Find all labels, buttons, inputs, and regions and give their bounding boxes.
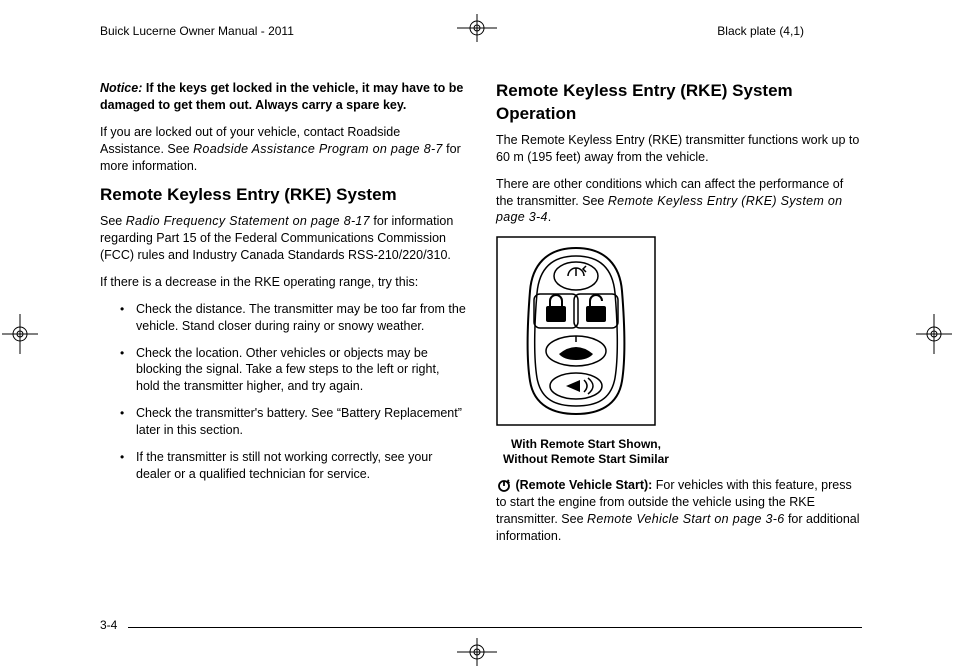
- rke-troubleshoot-list: Check the distance. The transmitter may …: [120, 301, 466, 483]
- left-column: Notice: If the keys get locked in the ve…: [100, 80, 466, 608]
- running-head: Buick Lucerne Owner Manual - 2011 Black …: [0, 20, 954, 42]
- rke-operation-heading: Remote Keyless Entry (RKE) System Operat…: [496, 80, 862, 126]
- key-fob-icon: [496, 236, 656, 426]
- rvs-ref: Remote Vehicle Start on page 3‑6: [587, 512, 784, 526]
- list-item: If the transmitter is still not working …: [120, 449, 466, 483]
- rvs-label: (Remote Vehicle Start):: [515, 478, 652, 492]
- roadside-assistance-ref: Roadside Assistance Program on page 8‑7: [193, 142, 443, 156]
- list-item: Check the distance. The transmitter may …: [120, 301, 466, 335]
- remote-start-icon: [496, 480, 515, 494]
- notice-paragraph: Notice: If the keys get locked in the ve…: [100, 80, 466, 114]
- key-fob-figure: [496, 236, 862, 431]
- notice-text: If the keys get locked in the vehicle, i…: [100, 81, 463, 112]
- registration-mark-left: [2, 314, 38, 354]
- right-column: Remote Keyless Entry (RKE) System Operat…: [496, 80, 862, 608]
- rke-op-p2-b: .: [548, 210, 551, 224]
- remote-start-paragraph: (Remote Vehicle Start): For vehicles wit…: [496, 477, 862, 545]
- list-item: Check the location. Other vehicles or ob…: [120, 345, 466, 396]
- rfs-ref: Radio Frequency Statement on page 8‑17: [126, 214, 370, 228]
- rfs-paragraph: See Radio Frequency Statement on page 8‑…: [100, 213, 466, 264]
- plate-label: Black plate (4,1): [717, 24, 804, 38]
- manual-title: Buick Lucerne Owner Manual - 2011: [100, 24, 294, 38]
- list-item: Check the transmitter's battery. See “Ba…: [120, 405, 466, 439]
- page-number: 3-4: [100, 618, 117, 632]
- registration-mark-right: [916, 314, 952, 354]
- rke-op-p1: The Remote Keyless Entry (RKE) transmitt…: [496, 132, 862, 166]
- bottom-rule: [128, 627, 862, 628]
- rke-system-heading: Remote Keyless Entry (RKE) System: [100, 184, 466, 207]
- rke-op-p2: There are other conditions which can aff…: [496, 176, 862, 227]
- rfs-text-a: See: [100, 214, 126, 228]
- registration-mark-bottom: [457, 638, 497, 666]
- key-fob-caption: With Remote Start Shown, Without Remote …: [496, 437, 676, 467]
- range-intro: If there is a decrease in the RKE operat…: [100, 274, 466, 291]
- page-body: Notice: If the keys get locked in the ve…: [100, 80, 862, 608]
- locked-out-paragraph: If you are locked out of your vehicle, c…: [100, 124, 466, 175]
- notice-label: Notice:: [100, 81, 142, 95]
